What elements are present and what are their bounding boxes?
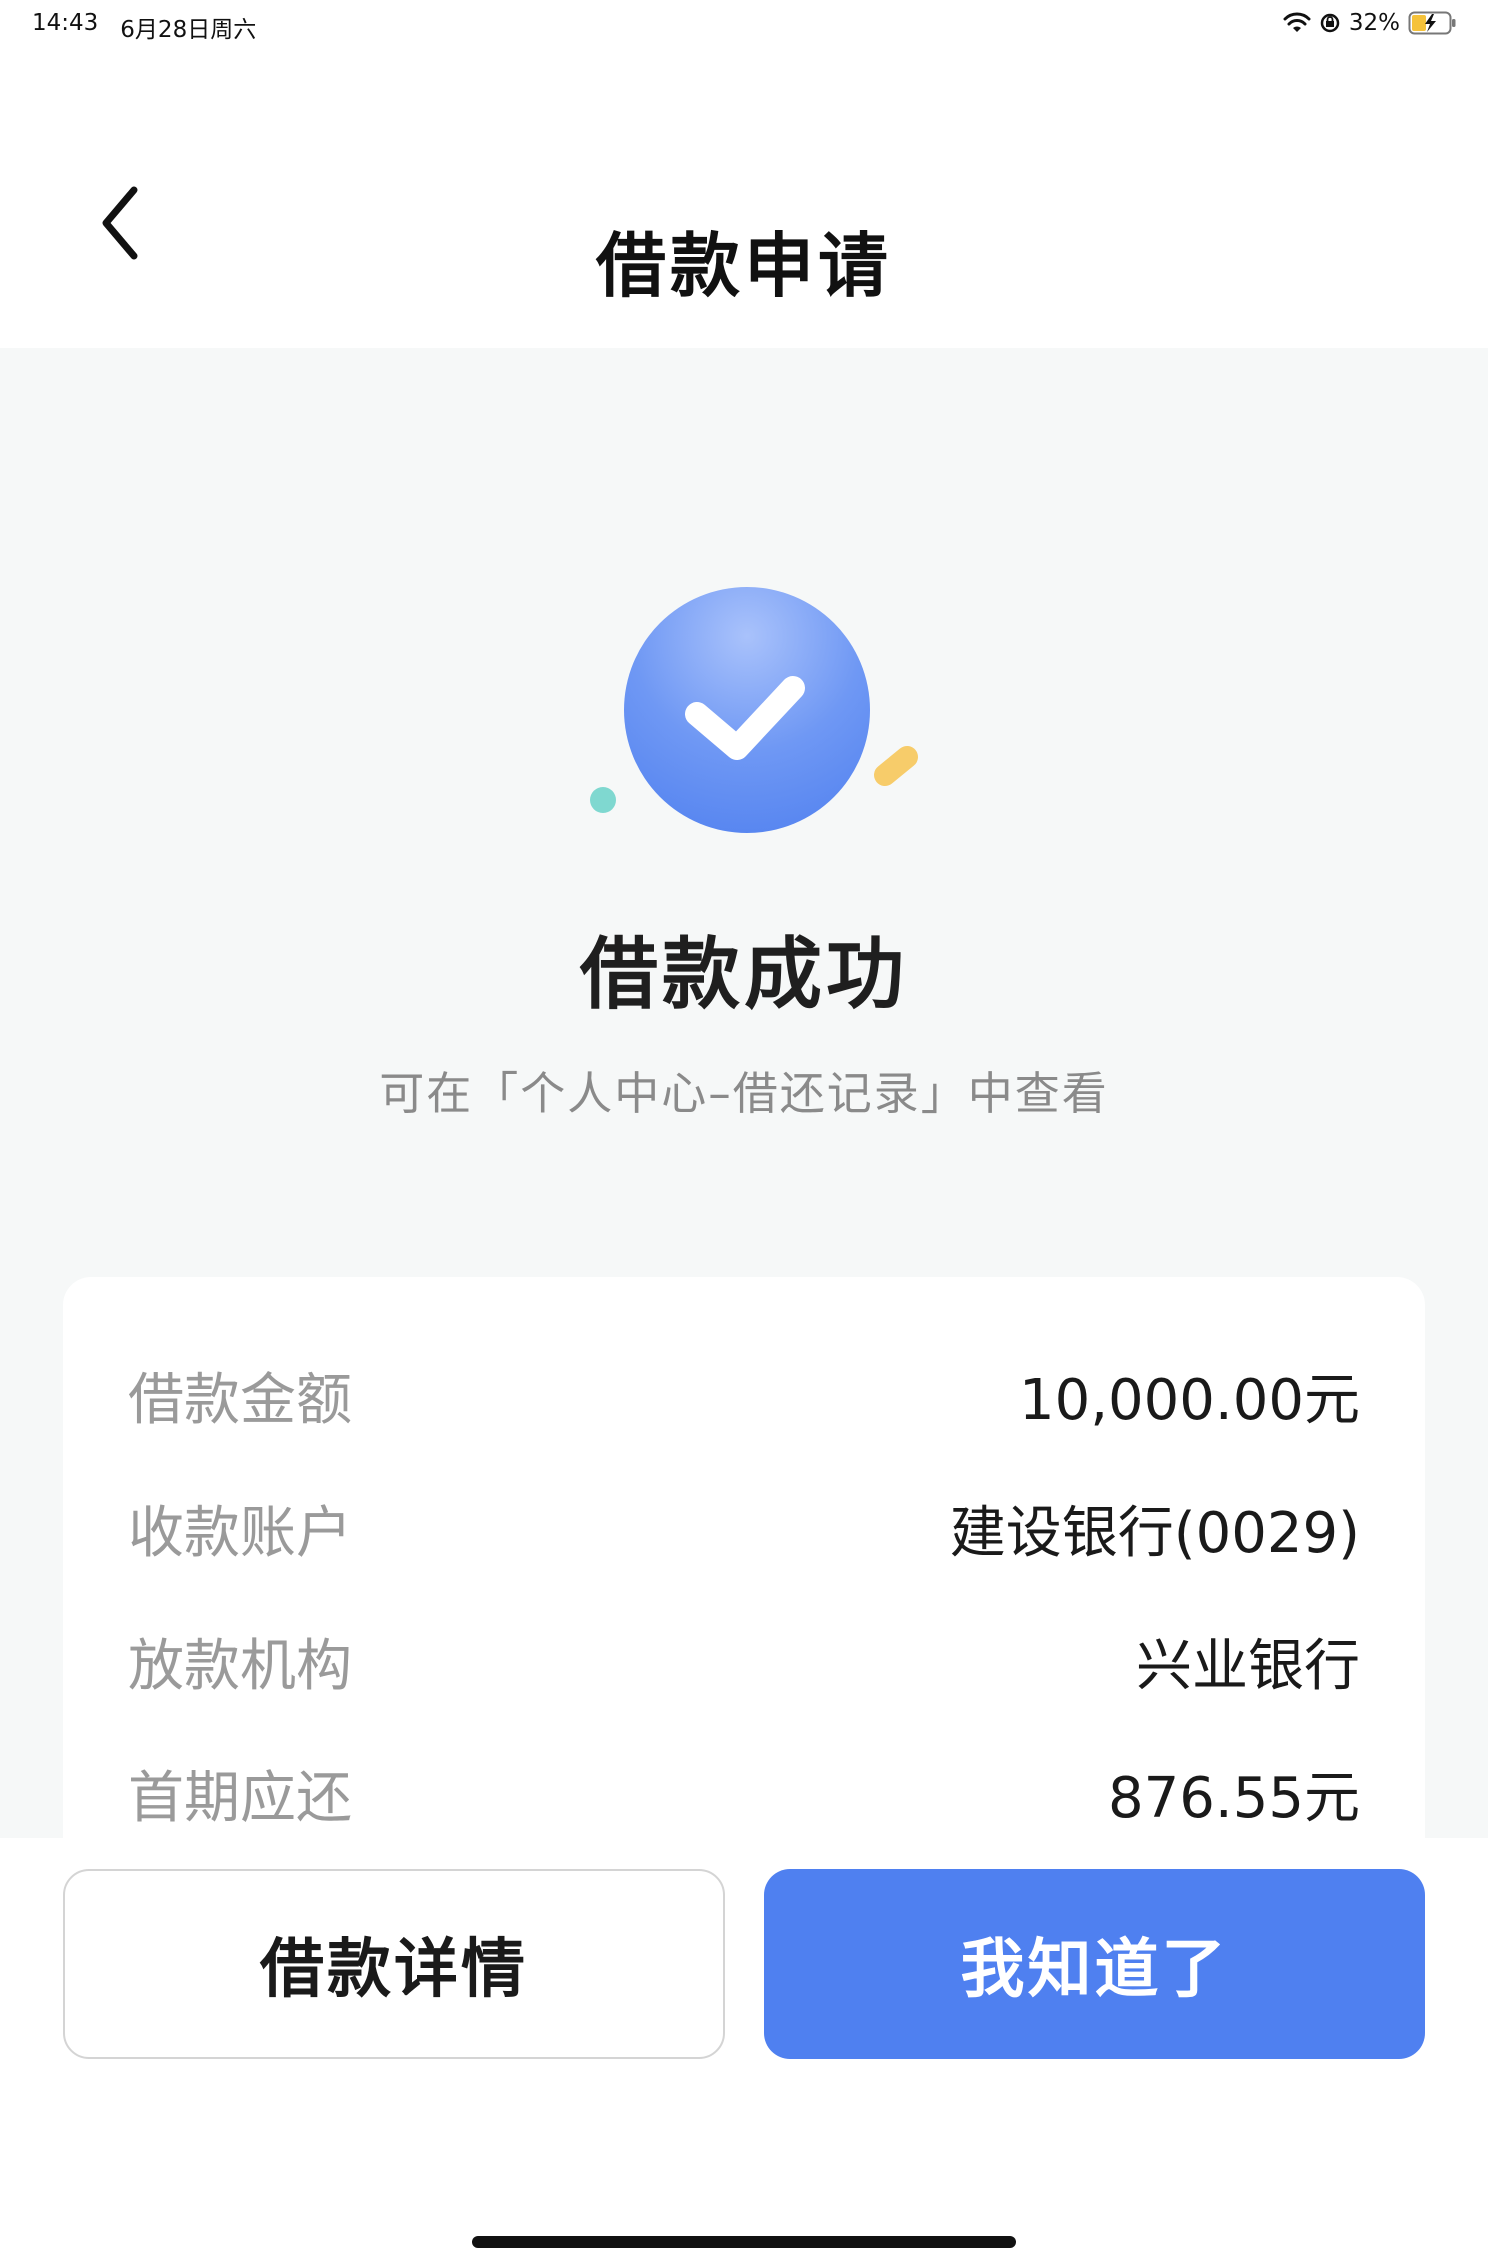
battery-charging-icon	[1408, 11, 1456, 35]
got-it-button[interactable]: 我知道了	[764, 1869, 1425, 2059]
info-label: 借款金额	[128, 1367, 352, 1433]
success-title: 借款成功	[579, 930, 908, 1020]
check-circle-icon	[590, 587, 918, 833]
page-title: 借款申请	[596, 225, 892, 307]
info-row-first-payment: 首期应还 876.55元	[128, 1753, 1360, 1833]
info-value: 10,000.00元	[1018, 1367, 1360, 1433]
status-right: 32%	[1283, 10, 1458, 36]
orientation-lock-icon	[1320, 13, 1340, 33]
success-illustration	[580, 580, 920, 840]
status-bar: 14:43 6月28日周六 32%	[0, 0, 1488, 48]
info-value: 兴业银行	[1136, 1633, 1360, 1699]
status-date: 6月28日周六	[120, 17, 257, 43]
info-row-amount: 借款金额 10,000.00元	[128, 1355, 1360, 1435]
status-left: 14:43 6月28日周六	[32, 10, 256, 44]
info-label: 收款账户	[128, 1500, 352, 1566]
info-row-institution: 放款机构 兴业银行	[128, 1621, 1360, 1701]
wifi-icon	[1283, 12, 1311, 32]
battery-percent: 32%	[1348, 10, 1400, 36]
home-indicator	[472, 2236, 1016, 2248]
info-value: 876.55元	[1108, 1765, 1360, 1831]
success-subtitle: 可在「个人中心–借还记录」中查看	[379, 1067, 1109, 1120]
loan-info-card: 借款金额 10,000.00元 收款账户 建设银行(0029) 放款机构 兴业银…	[63, 1277, 1425, 1877]
info-value: 建设银行(0029)	[949, 1500, 1360, 1566]
info-label: 首期应还	[128, 1765, 352, 1831]
info-row-account: 收款账户 建设银行(0029)	[128, 1488, 1360, 1568]
loan-details-button[interactable]: 借款详情	[63, 1869, 725, 2059]
info-label: 放款机构	[128, 1633, 352, 1699]
status-time: 14:43	[32, 10, 99, 36]
